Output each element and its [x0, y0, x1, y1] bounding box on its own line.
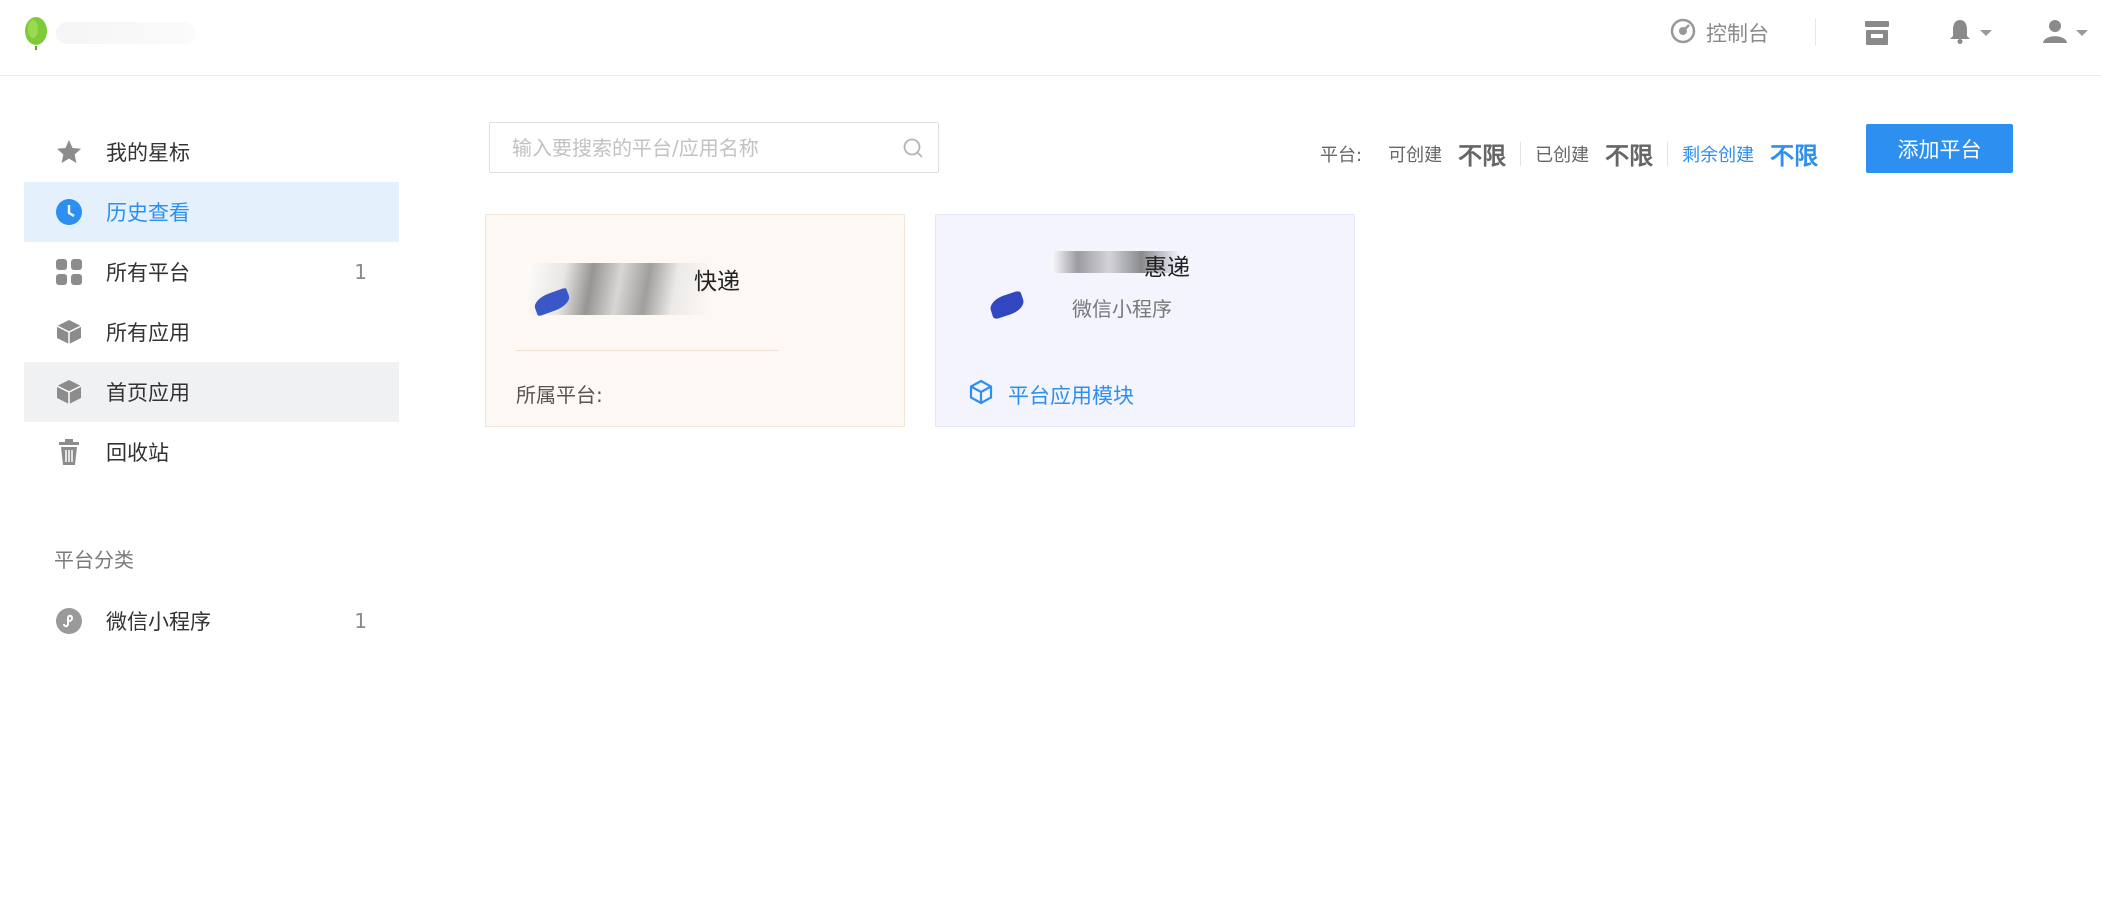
sidebar-item-all-apps[interactable]: 所有应用: [24, 302, 399, 362]
platform-card-meta: 所属平台:: [516, 383, 603, 407]
sidebar-item-starred[interactable]: 我的星标: [24, 122, 399, 182]
trash-icon: [54, 437, 84, 467]
quota-prefix: 平台:: [1320, 144, 1363, 166]
platform-app-module-link[interactable]: 平台应用模块: [968, 379, 1134, 410]
platform-card[interactable]: 快递 所属平台:: [485, 214, 905, 427]
sidebar-item-label: 我的星标: [106, 141, 190, 165]
platform-card-name: 快递: [694, 269, 740, 295]
platform-card[interactable]: 惠递 微信小程序 平台应用模块: [935, 214, 1355, 427]
chevron-down-icon: [1980, 30, 1992, 36]
platform-category-heading: 平台分类: [54, 548, 134, 572]
cube-icon: [54, 317, 84, 347]
store-icon[interactable]: [1862, 19, 1892, 47]
can-create-value: 不限: [1458, 142, 1507, 170]
sidebar-item-label: 所有应用: [106, 321, 190, 345]
sidebar-item-recycle-bin[interactable]: 回收站: [24, 422, 399, 482]
can-create-label: 可创建: [1388, 144, 1443, 166]
card-divider: [516, 350, 778, 351]
sidebar-item-label: 首页应用: [106, 381, 190, 405]
quota-divider: [1667, 141, 1669, 166]
search-box: [489, 122, 939, 173]
user-menu[interactable]: [2042, 18, 2088, 48]
sidebar: 我的星标 历史查看 所有平台 1 所有应用 首页应用 回收站 平台分类 微信小程…: [24, 122, 399, 651]
mini-program-icon: [54, 606, 84, 636]
notifications-menu[interactable]: [1948, 18, 1992, 48]
sidebar-item-home-apps[interactable]: 首页应用: [24, 362, 399, 422]
user-avatar-icon: [2042, 18, 2068, 48]
star-icon: [54, 137, 84, 167]
platform-logo-mark: [987, 290, 1027, 320]
sidebar-item-label: 回收站: [106, 441, 169, 465]
remaining-value: 不限: [1770, 142, 1819, 170]
sidebar-item-label: 历史查看: [106, 201, 190, 225]
chevron-down-icon: [2076, 30, 2088, 36]
quota-divider: [1520, 141, 1522, 166]
top-header: 控制台: [0, 0, 2101, 76]
clock-icon: [54, 197, 84, 227]
platform-quota: 平台: 可创建 不限 已创建 不限 剩余创建 不限: [1320, 136, 1818, 171]
brand-name-redacted: [56, 22, 196, 44]
created-label: 已创建: [1535, 144, 1590, 166]
sidebar-item-all-platforms[interactable]: 所有平台 1: [24, 242, 399, 302]
module-label: 平台应用模块: [1008, 383, 1134, 408]
sidebar-item-count: 1: [354, 609, 367, 633]
remaining-label: 剩余创建: [1682, 144, 1755, 166]
module-cube-icon: [968, 379, 994, 410]
cube-icon: [54, 377, 84, 407]
sidebar-item-count: 1: [354, 260, 367, 284]
sidebar-item-wechat-mini-program[interactable]: 微信小程序 1: [24, 591, 399, 651]
search-icon[interactable]: [902, 137, 924, 159]
platform-card-type: 微信小程序: [1072, 297, 1172, 321]
search-input[interactable]: [512, 135, 892, 160]
created-value: 不限: [1605, 142, 1654, 170]
add-platform-button[interactable]: 添加平台: [1866, 124, 2013, 173]
leaf-logo-icon[interactable]: [22, 16, 52, 52]
header-divider: [1815, 18, 1816, 46]
console-link[interactable]: 控制台: [1670, 18, 1769, 48]
sidebar-item-label: 所有平台: [106, 261, 190, 285]
dashboard-icon: [1670, 18, 1696, 49]
console-label: 控制台: [1706, 22, 1769, 46]
sidebar-item-history[interactable]: 历史查看: [24, 182, 399, 242]
bell-icon: [1948, 18, 1972, 48]
platform-card-name: 惠递: [1144, 255, 1190, 281]
grid-icon: [54, 257, 84, 287]
sidebar-item-label: 微信小程序: [106, 610, 211, 634]
